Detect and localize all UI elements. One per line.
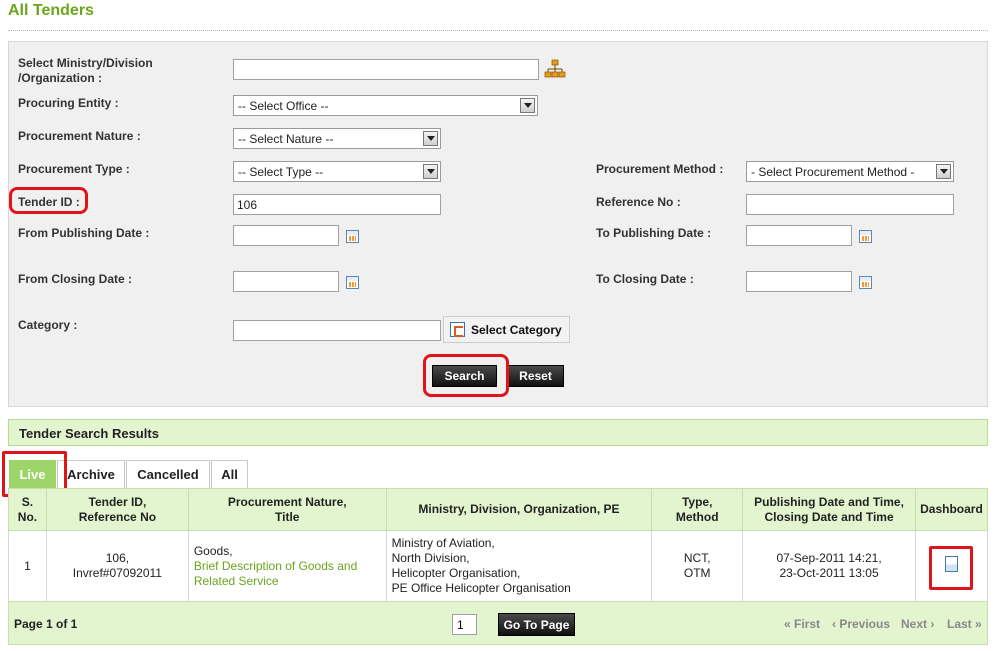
cell-tender-id: 106, Invref#07092011 bbox=[45, 530, 189, 602]
table-row: 1 106, Invref#07092011 Goods, Brief Desc… bbox=[8, 530, 989, 602]
chevron-down-icon bbox=[936, 164, 951, 179]
calendar-icon[interactable] bbox=[859, 230, 872, 243]
from-closing-date-input[interactable] bbox=[233, 271, 339, 292]
col-type: Type, Method bbox=[651, 488, 744, 531]
col-dashboard: Dashboard bbox=[914, 488, 989, 531]
from-closing-date-label: From Closing Date : bbox=[18, 272, 133, 286]
from-publishing-date-label: From Publishing Date : bbox=[18, 226, 150, 240]
procuring-entity-select[interactable]: -- Select Office -- bbox=[233, 95, 538, 116]
reference-no-label: Reference No : bbox=[596, 195, 681, 209]
col-ministry: Ministry, Division, Organization, PE bbox=[385, 488, 653, 531]
calendar-icon[interactable] bbox=[859, 276, 872, 289]
page-title: All Tenders bbox=[8, 2, 94, 19]
reset-button[interactable]: Reset bbox=[507, 365, 564, 387]
tender-id-input[interactable] bbox=[233, 194, 441, 215]
cell-nature: Goods, Brief Description of Goods and Re… bbox=[187, 530, 387, 602]
category-label: Category : bbox=[18, 318, 78, 332]
results-table: S. No. Tender ID, Reference No Procurement… bbox=[8, 488, 989, 602]
ministry-input[interactable] bbox=[233, 59, 539, 80]
category-tree-icon bbox=[450, 322, 465, 337]
dashboard-highlight bbox=[929, 546, 973, 590]
to-closing-date-label: To Closing Date : bbox=[596, 272, 694, 286]
page-number-input[interactable] bbox=[452, 614, 477, 635]
go-to-page-button[interactable]: Go To Page bbox=[498, 613, 575, 636]
previous-page-link[interactable]: ‹ Previous bbox=[832, 617, 890, 631]
to-publishing-date-label: To Publishing Date : bbox=[596, 226, 712, 240]
search-highlight bbox=[423, 354, 509, 397]
col-sno: S. No. bbox=[8, 488, 47, 531]
page-count-label: Page 1 of 1 bbox=[14, 617, 78, 631]
procurement-nature-select[interactable]: -- Select Nature -- bbox=[233, 128, 441, 149]
first-page-link[interactable]: « First bbox=[784, 617, 820, 631]
org-hierarchy-icon[interactable] bbox=[544, 59, 566, 79]
col-tender-id: Tender ID, Reference No bbox=[45, 488, 189, 531]
procurement-method-label: Procurement Method : bbox=[596, 162, 724, 176]
to-publishing-date-input[interactable] bbox=[746, 225, 852, 246]
col-nature: Procurement Nature, Title bbox=[187, 488, 387, 531]
ministry-label: Select Ministry/Division /Organization : bbox=[18, 56, 153, 85]
tender-title-link[interactable]: Brief Description of Goods and Related S… bbox=[194, 559, 386, 589]
tab-all[interactable]: All bbox=[211, 460, 248, 488]
title-divider bbox=[8, 30, 988, 31]
to-closing-date-input[interactable] bbox=[746, 271, 852, 292]
col-dates: Publishing Date and Time, Closing Date an… bbox=[742, 488, 916, 531]
calendar-icon[interactable] bbox=[346, 230, 359, 243]
last-page-link[interactable]: Last » bbox=[947, 617, 982, 631]
procurement-type-select[interactable]: -- Select Type -- bbox=[233, 161, 441, 182]
calendar-icon[interactable] bbox=[346, 276, 359, 289]
cell-dates: 07-Sep-2011 14:21, 23-Oct-2011 13:05 bbox=[742, 530, 916, 602]
chevron-down-icon bbox=[423, 164, 438, 179]
table-header-row: S. No. Tender ID, Reference No Procurement… bbox=[8, 488, 989, 531]
procuring-entity-label: Procuring Entity : bbox=[18, 96, 119, 110]
next-page-link[interactable]: Next › bbox=[901, 617, 934, 631]
cell-sno: 1 bbox=[8, 530, 47, 602]
category-input[interactable] bbox=[233, 320, 441, 341]
tab-archive[interactable]: Archive bbox=[57, 460, 125, 488]
tender-id-highlight bbox=[9, 187, 88, 214]
tab-cancelled[interactable]: Cancelled bbox=[126, 460, 210, 488]
chevron-down-icon bbox=[423, 131, 438, 146]
select-category-button[interactable]: Select Category bbox=[443, 316, 570, 343]
procurement-method-select[interactable]: - Select Procurement Method - bbox=[746, 161, 954, 182]
pagination-bar: Page 1 of 1 Go To Page « First ‹ Previou… bbox=[8, 601, 988, 645]
chevron-down-icon bbox=[520, 98, 535, 113]
procurement-nature-label: Procurement Nature : bbox=[18, 129, 141, 143]
reference-no-input[interactable] bbox=[746, 194, 954, 215]
cell-type: NCT, OTM bbox=[651, 530, 744, 602]
procurement-type-label: Procurement Type : bbox=[18, 162, 130, 176]
cell-ministry: Ministry of Aviation, North Division, He… bbox=[385, 530, 653, 602]
from-publishing-date-input[interactable] bbox=[233, 225, 339, 246]
results-header: Tender Search Results bbox=[8, 419, 988, 446]
